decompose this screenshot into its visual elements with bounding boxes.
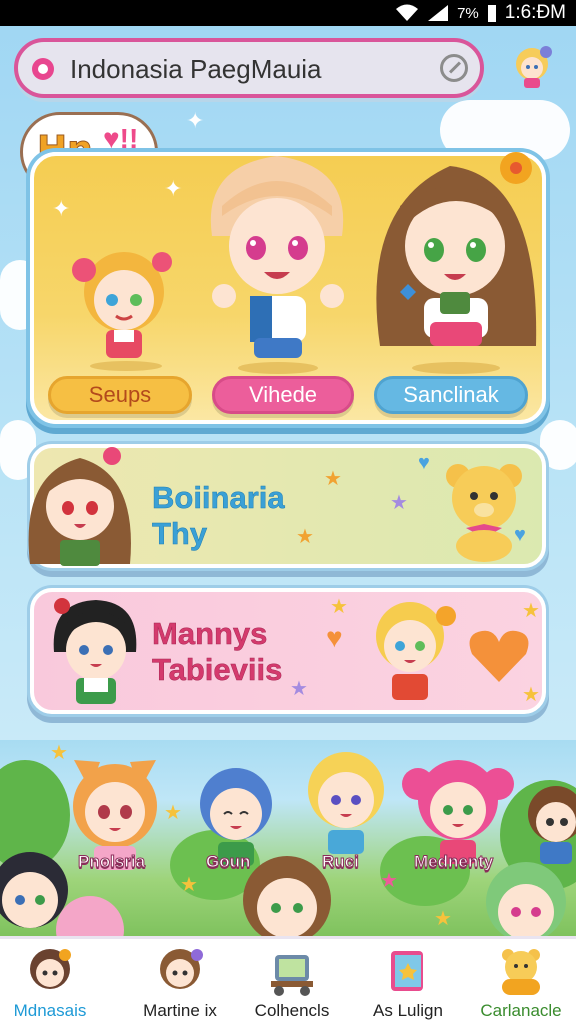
character-name-label: Goun bbox=[205, 852, 251, 872]
book-icon bbox=[391, 951, 423, 991]
feature-banner-1[interactable]: Boiinaria Thy ★ ★ ★ ♥ ♥ bbox=[28, 444, 546, 568]
star-icon: ★ bbox=[50, 742, 68, 764]
star-icon: ★ bbox=[324, 468, 342, 490]
banner-1-title-line1: Boiinaria bbox=[152, 480, 285, 515]
nav-item-as-lulign[interactable]: As Lulign bbox=[356, 939, 460, 1027]
treasure-cart-icon bbox=[271, 955, 313, 996]
nav-item-colhencls[interactable]: Colhencls bbox=[240, 939, 344, 1027]
heart-icon bbox=[469, 630, 529, 682]
banner-2-title-line2: Tabieviis bbox=[152, 651, 283, 687]
hero-button-seups[interactable]: Seups bbox=[48, 376, 192, 414]
banner-2-title-line1: Mannys bbox=[152, 616, 268, 651]
star-icon: ★ bbox=[434, 908, 452, 930]
character-name-label: Ruci bbox=[322, 852, 360, 872]
character-illustration-boy-dark bbox=[53, 598, 137, 704]
signal-icon bbox=[428, 5, 449, 21]
profile-avatar[interactable] bbox=[506, 40, 558, 92]
status-bar: 7% 1:6:ÐM bbox=[0, 0, 576, 26]
heart-icon: ♥ bbox=[514, 524, 526, 546]
star-icon: ★ bbox=[522, 600, 540, 622]
bear-mascot-icon bbox=[502, 949, 540, 995]
character-illustration-girl-brown bbox=[28, 447, 131, 566]
star-icon: ★ bbox=[330, 596, 348, 618]
star-icon: ★ bbox=[296, 526, 314, 548]
star-icon: ★ bbox=[164, 802, 182, 824]
heart-icon: ♥ bbox=[418, 452, 430, 474]
heart-icon bbox=[32, 58, 54, 80]
nav-label: Martine ix bbox=[143, 1001, 217, 1020]
heart-icon: ♥!! bbox=[103, 123, 139, 154]
character-name-label: Mednenty bbox=[413, 852, 494, 872]
nav-label: Mdnasais bbox=[13, 1001, 87, 1020]
character-illustration-girl-small bbox=[72, 252, 172, 371]
character-meadow: Pnolsria Goun Ruci Mednenty ★ ★ ★ ★ ★ bbox=[0, 740, 576, 950]
sparkle-icon: ✦ bbox=[164, 176, 183, 201]
voice-search-icon[interactable] bbox=[440, 54, 468, 82]
hero-button-sanclinak[interactable]: Sanclinak bbox=[374, 376, 528, 414]
sparkle-icon: ✦ bbox=[186, 108, 205, 133]
bear-mascot-illustration bbox=[446, 464, 522, 562]
hero-button-vihede[interactable]: Vihede bbox=[212, 376, 354, 414]
feature-banner-2[interactable]: Mannys Tabieviis ♥ ★ ★ ★ ★ bbox=[30, 588, 546, 714]
banner-1-title-line2: Thy bbox=[152, 515, 208, 551]
clock: 1:6:ÐM bbox=[504, 2, 566, 23]
heart-icon: ♥ bbox=[326, 622, 343, 653]
star-icon: ★ bbox=[180, 874, 198, 896]
nav-label: Carlanacle bbox=[480, 1001, 562, 1020]
character-avatar-icon bbox=[160, 949, 203, 989]
star-icon: ★ bbox=[522, 684, 540, 706]
character-avatar-icon bbox=[30, 949, 71, 989]
bottom-navigation: Mdnasais Martine ix Colhencls As Lulign bbox=[0, 936, 576, 1027]
nav-item-martine-ix[interactable]: Martine ix bbox=[124, 939, 236, 1027]
wifi-icon bbox=[396, 4, 419, 21]
nav-item-mdnasais[interactable]: Mdnasais bbox=[0, 939, 100, 1027]
character-illustration-boy bbox=[210, 156, 344, 374]
banner-2-title: Mannys Tabieviis bbox=[152, 616, 283, 687]
battery-level: 7% bbox=[457, 4, 479, 22]
nav-item-carlanacle[interactable]: Carlanacle bbox=[466, 939, 576, 1027]
search-bar[interactable]: Indonasia PaegMauia bbox=[14, 38, 484, 98]
character-illustration-girl-brown bbox=[376, 152, 537, 374]
nav-label: Colhencls bbox=[254, 1001, 330, 1020]
star-icon: ★ bbox=[390, 492, 408, 514]
sparkle-icon: ✦ bbox=[52, 196, 71, 221]
star-icon: ★ bbox=[290, 678, 308, 700]
battery-icon bbox=[487, 5, 496, 22]
character-illustration-yellow-hair bbox=[308, 752, 384, 854]
banner-1-title: Boiinaria Thy bbox=[152, 480, 285, 551]
character-name-label: Pnolsria bbox=[77, 852, 146, 872]
star-icon: ★ bbox=[380, 870, 398, 892]
character-illustration-girl-blonde bbox=[376, 602, 456, 700]
nav-label: As Lulign bbox=[373, 1001, 443, 1020]
search-input[interactable]: Indonasia PaegMauia bbox=[70, 54, 322, 85]
